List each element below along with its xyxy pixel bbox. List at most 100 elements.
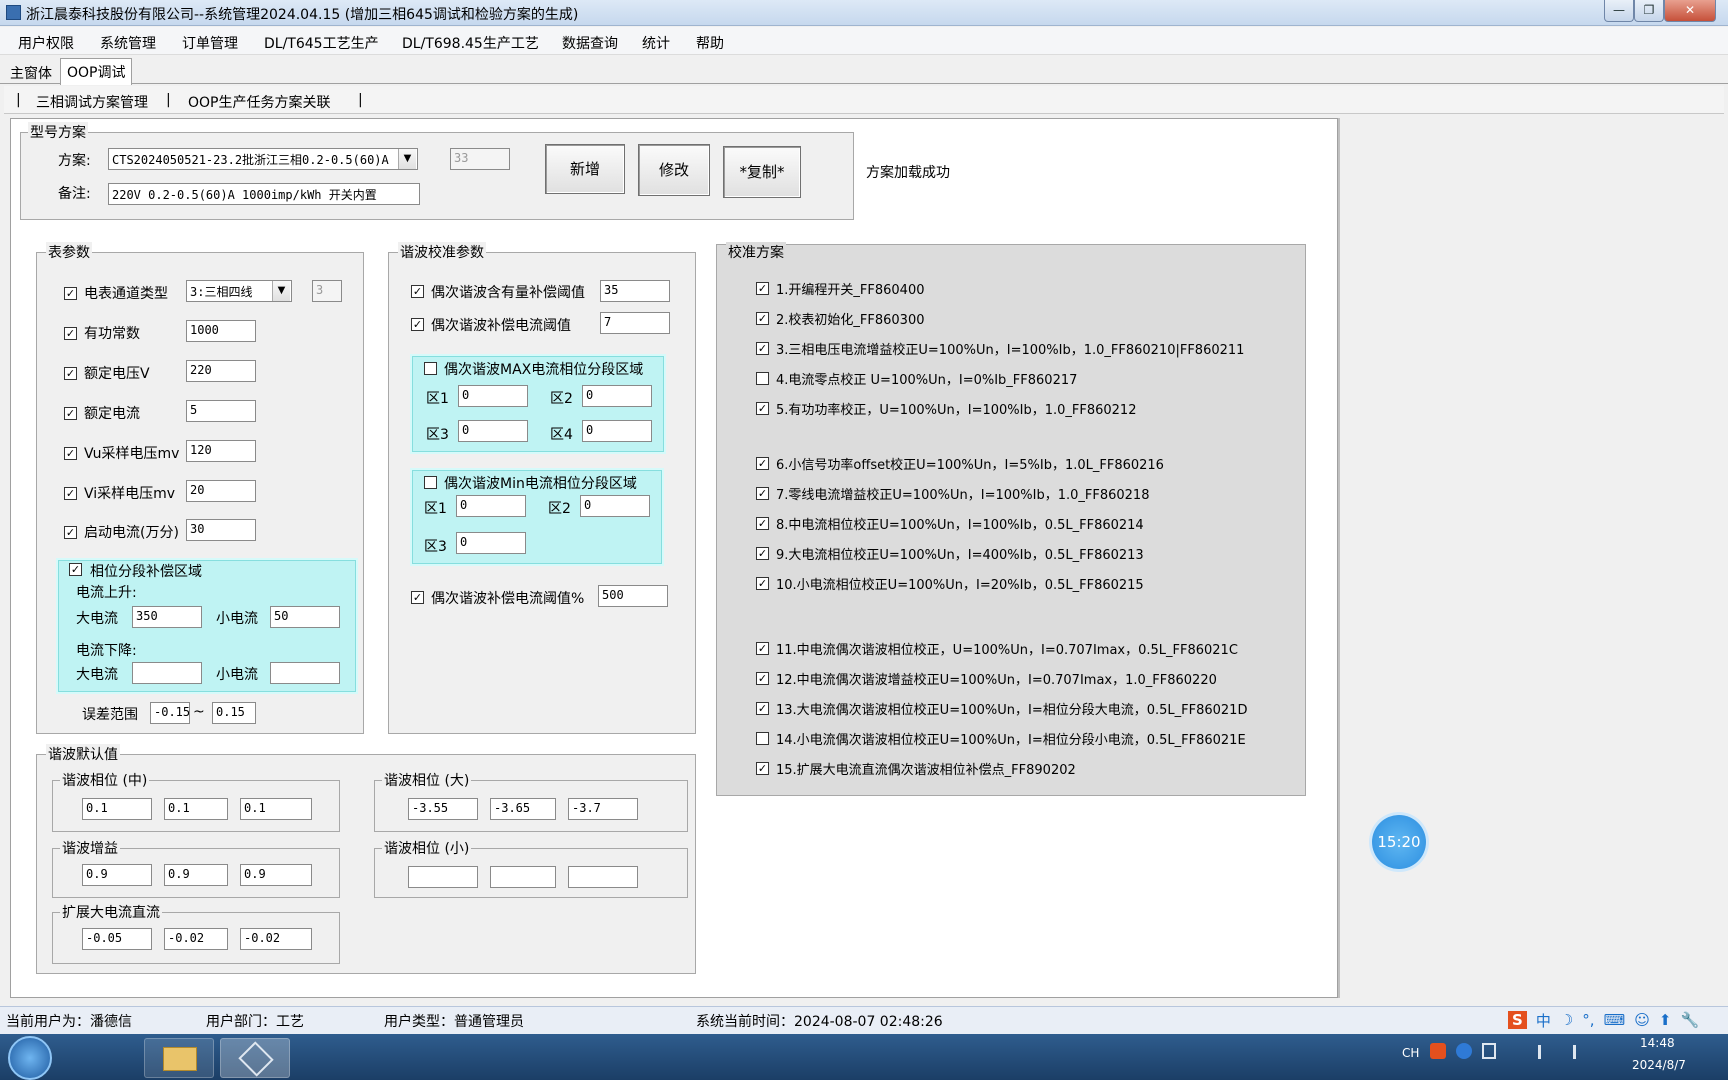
meter-param-checkbox[interactable]: ✓: [64, 487, 77, 500]
harmonic-row3-field[interactable]: 500: [598, 585, 668, 607]
minimize-button[interactable]: —: [1604, 0, 1634, 22]
menu-user-rights[interactable]: 用户权限: [18, 33, 74, 53]
calibration-checkbox[interactable]: ✓: [756, 642, 769, 655]
calibration-checkbox[interactable]: ✓: [756, 762, 769, 775]
calibration-checkbox[interactable]: [756, 372, 769, 385]
max-z2-field[interactable]: 0: [582, 385, 652, 407]
meter-param-checkbox[interactable]: ✓: [64, 447, 77, 460]
tray-flag-icon[interactable]: [1538, 1045, 1552, 1059]
min-z3-field[interactable]: 0: [456, 532, 526, 554]
meter-param-field[interactable]: 30: [186, 519, 256, 541]
keyboard-icon[interactable]: ⌨: [1604, 1011, 1626, 1029]
tools-icon[interactable]: 🔧: [1680, 1011, 1699, 1029]
meter-param-field[interactable]: 120: [186, 440, 256, 462]
tab-oop-debug[interactable]: OOP调试: [60, 58, 133, 85]
fall-large-field[interactable]: [132, 662, 202, 684]
taskbar-folder-icon[interactable]: [144, 1038, 214, 1078]
calibration-checkbox[interactable]: ✓: [756, 342, 769, 355]
harmonic-row1-checkbox[interactable]: ✓: [411, 285, 424, 298]
phase-mid-field-1[interactable]: 0.1: [82, 798, 152, 820]
ext-field-1[interactable]: -0.05: [82, 928, 152, 950]
tray-date[interactable]: 2024/8/7: [1632, 1058, 1686, 1072]
max-z1-field[interactable]: 0: [458, 385, 528, 407]
chevron-down-icon[interactable]: ▼: [398, 149, 416, 169]
phase-small-field-2[interactable]: [490, 866, 556, 888]
min-z1-field[interactable]: 0: [456, 495, 526, 517]
max-z3-field[interactable]: 0: [458, 420, 528, 442]
sogou-icon[interactable]: S: [1508, 1011, 1527, 1029]
tab-main[interactable]: 主窗体: [4, 60, 58, 84]
max-phase-checkbox[interactable]: [424, 362, 437, 375]
scheme-select[interactable]: CTS2024050521-23.2批浙江三相0.2-0.5(60)A: [108, 148, 418, 170]
calibration-checkbox[interactable]: ✓: [756, 312, 769, 325]
tray-network-icon[interactable]: [1482, 1043, 1496, 1059]
meter-param-field[interactable]: 5: [186, 400, 256, 422]
calibration-checkbox[interactable]: ✓: [756, 547, 769, 560]
skin-icon[interactable]: ⬆: [1659, 1011, 1672, 1029]
meter-param-checkbox[interactable]: ✓: [64, 367, 77, 380]
harmonic-row1-field[interactable]: 35: [600, 280, 670, 302]
subtab-scheme-manage[interactable]: 三相调试方案管理: [36, 92, 148, 112]
calibration-checkbox[interactable]: [756, 732, 769, 745]
new-button[interactable]: 新增: [545, 144, 625, 194]
meter-param-checkbox[interactable]: ✓: [64, 287, 77, 300]
tray-time[interactable]: 14:48: [1640, 1036, 1675, 1050]
min-z2-field[interactable]: 0: [580, 495, 650, 517]
calibration-checkbox[interactable]: ✓: [756, 487, 769, 500]
calibration-checkbox[interactable]: ✓: [756, 702, 769, 715]
ime-toolbar[interactable]: S 中 ☽ °, ⌨ ☺ ⬆ 🔧: [1504, 1006, 1728, 1034]
calibration-checkbox[interactable]: ✓: [756, 672, 769, 685]
meter-param-checkbox[interactable]: ✓: [64, 526, 77, 539]
taskbar-app-icon[interactable]: [220, 1038, 290, 1078]
copy-button[interactable]: *复制*: [723, 146, 801, 198]
start-button[interactable]: [8, 1036, 52, 1080]
phase-small-field-3[interactable]: [568, 866, 638, 888]
chinese-mode-icon[interactable]: 中: [1536, 1010, 1551, 1031]
calibration-checkbox[interactable]: ✓: [756, 517, 769, 530]
menu-help[interactable]: 帮助: [696, 33, 724, 53]
phase-large-field-3[interactable]: -3.7: [568, 798, 638, 820]
menu-orders[interactable]: 订单管理: [182, 33, 238, 53]
phase-mid-field-2[interactable]: 0.1: [164, 798, 228, 820]
rise-small-field[interactable]: 50: [270, 606, 340, 628]
edit-button[interactable]: 修改: [638, 144, 710, 196]
tray-lang[interactable]: CH: [1402, 1046, 1419, 1060]
harmonic-row2-field[interactable]: 7: [600, 312, 670, 334]
close-button[interactable]: ✕: [1664, 0, 1716, 22]
min-phase-checkbox[interactable]: [424, 476, 437, 489]
chevron-down-icon[interactable]: ▼: [272, 281, 290, 301]
gain-field-1[interactable]: 0.9: [82, 864, 152, 886]
face-icon[interactable]: ☺: [1634, 1011, 1650, 1029]
floating-timer-badge[interactable]: 15:20: [1372, 815, 1426, 869]
meter-param-field[interactable]: 20: [186, 480, 256, 502]
taskbar-tools-icon[interactable]: [70, 1038, 140, 1078]
calibration-checkbox[interactable]: ✓: [756, 282, 769, 295]
phase-large-field-2[interactable]: -3.65: [490, 798, 556, 820]
menu-data-query[interactable]: 数据查询: [562, 33, 618, 53]
maximize-button[interactable]: ❐: [1634, 0, 1664, 22]
error-min-field[interactable]: -0.15: [150, 702, 190, 724]
meter-param-checkbox[interactable]: ✓: [64, 407, 77, 420]
meter-param-checkbox[interactable]: ✓: [64, 327, 77, 340]
ext-field-2[interactable]: -0.02: [164, 928, 228, 950]
phase-small-field-1[interactable]: [408, 866, 478, 888]
subtab-task-link[interactable]: OOP生产任务方案关联: [188, 92, 330, 112]
phase-mid-field-3[interactable]: 0.1: [240, 798, 312, 820]
tray-sogou-icon[interactable]: [1430, 1043, 1446, 1059]
menu-dlt645[interactable]: DL/T645工艺生产: [264, 33, 379, 53]
moon-icon[interactable]: ☽: [1560, 1011, 1573, 1029]
menu-system[interactable]: 系统管理: [100, 33, 156, 53]
calibration-checkbox[interactable]: ✓: [756, 577, 769, 590]
phase-compensation-checkbox[interactable]: ✓: [69, 563, 82, 576]
gain-field-3[interactable]: 0.9: [240, 864, 312, 886]
rise-large-field[interactable]: 350: [132, 606, 202, 628]
fall-small-field[interactable]: [270, 662, 340, 684]
menu-dlt698[interactable]: DL/T698.45生产工艺: [402, 33, 539, 53]
error-max-field[interactable]: 0.15: [212, 702, 256, 724]
calibration-checkbox[interactable]: ✓: [756, 402, 769, 415]
tray-help-icon[interactable]: [1456, 1043, 1472, 1059]
menu-statistics[interactable]: 统计: [642, 33, 670, 53]
max-z4-field[interactable]: 0: [582, 420, 652, 442]
punctuation-icon[interactable]: °,: [1582, 1011, 1594, 1029]
harmonic-row3-checkbox[interactable]: ✓: [411, 591, 424, 604]
